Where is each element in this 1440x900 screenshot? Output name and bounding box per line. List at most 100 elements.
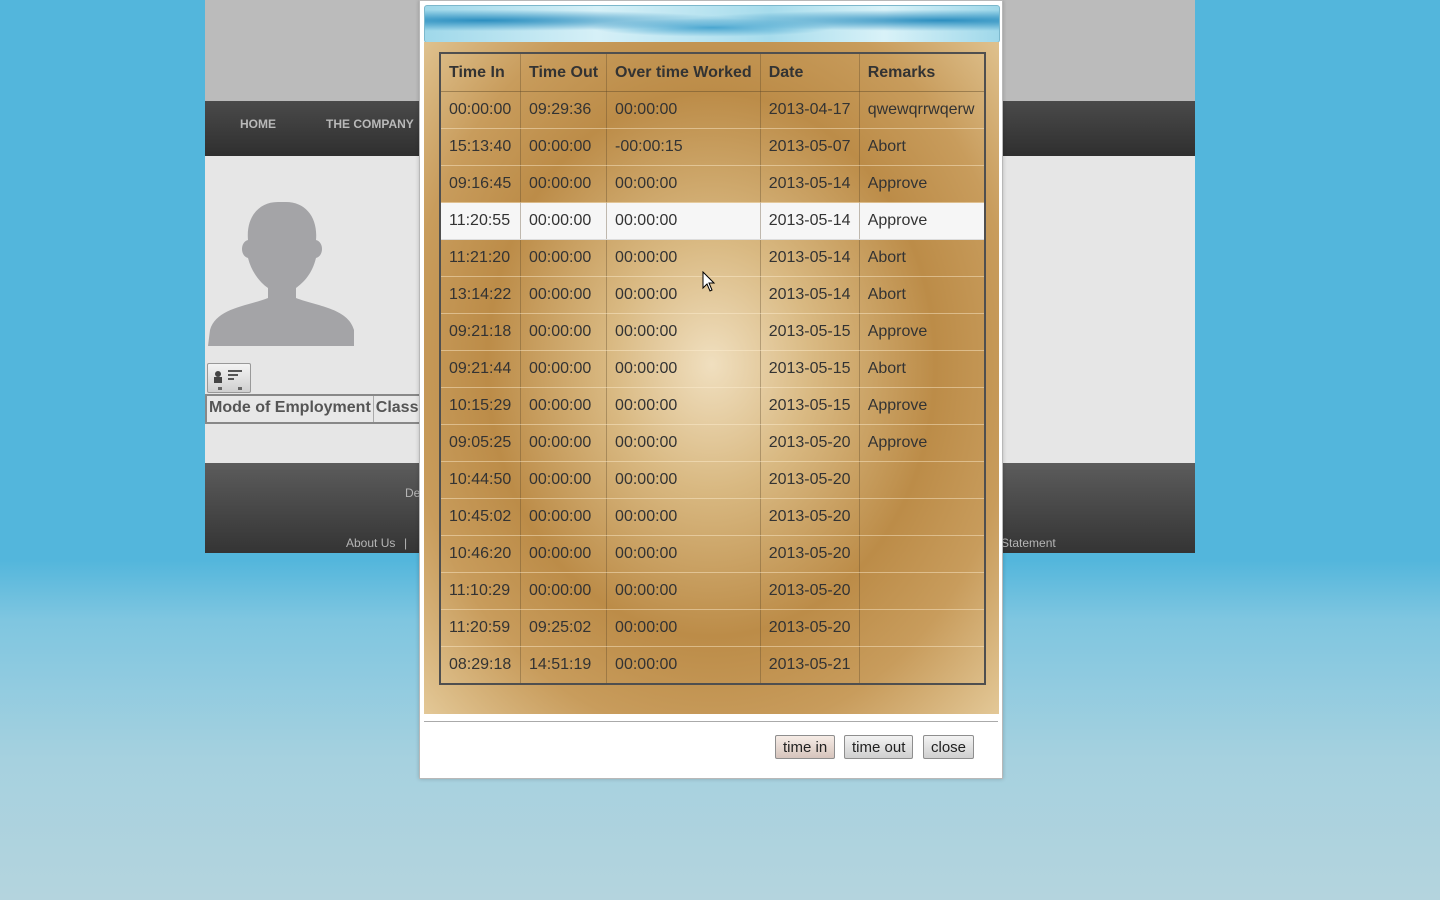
date-cell: 2013-05-15 [760, 350, 860, 388]
remarks-cell: Abort [859, 239, 985, 277]
remarks-cell: Abort [859, 350, 985, 388]
dialog-title-bar[interactable] [424, 5, 1000, 43]
table-row[interactable]: 09:21:44 00:00:00 00:00:00 2013-05-15 Abort [440, 350, 985, 388]
time-in-cell: 11:20:59 [440, 609, 521, 647]
time-in-cell: 11:20:55 [440, 202, 521, 240]
footer-link-statement[interactable]: Statement [1001, 536, 1056, 550]
date-cell: 2013-05-15 [760, 313, 860, 351]
remarks-cell: Approve [859, 424, 985, 462]
date-cell: 2013-05-20 [760, 535, 860, 573]
date-cell: 2013-05-21 [760, 646, 860, 685]
table-row[interactable]: 11:10:29 00:00:00 00:00:00 2013-05-20 [440, 572, 985, 610]
table-row[interactable]: 11:20:59 09:25:02 00:00:00 2013-05-20 [440, 609, 985, 647]
overtime-cell: 00:00:00 [606, 387, 761, 425]
remarks-cell: Approve [859, 202, 985, 240]
profile-card-button[interactable] [207, 363, 251, 393]
mouse-pointer-icon [702, 271, 716, 292]
date-cell: 2013-05-14 [760, 276, 860, 314]
remarks-cell [859, 572, 985, 610]
overtime-cell: 00:00:00 [606, 313, 761, 351]
attendance-table: Time In Time Out Over time Worked Date R… [439, 52, 986, 685]
time-in-cell: 09:05:25 [440, 424, 521, 462]
date-cell: 2013-05-07 [760, 128, 860, 166]
remarks-cell: Approve [859, 387, 985, 425]
date-cell: 2013-05-14 [760, 202, 860, 240]
table-row[interactable]: 10:46:20 00:00:00 00:00:00 2013-05-20 [440, 535, 985, 573]
table-row[interactable]: 00:00:00 09:29:36 00:00:00 2013-04-17 qwewqr… [440, 91, 985, 129]
time-out-cell: 00:00:00 [520, 498, 608, 536]
table-row[interactable]: 08:29:18 14:51:19 00:00:00 2013-05-21 [440, 646, 985, 685]
column-header-remarks: Remarks [859, 53, 985, 92]
overtime-cell: 00:00:00 [606, 276, 761, 314]
date-cell: 2013-05-14 [760, 165, 860, 203]
time-out-cell: 00:00:00 [520, 350, 608, 388]
overtime-cell: 00:00:00 [606, 424, 761, 462]
table-row[interactable]: 10:45:02 00:00:00 00:00:00 2013-05-20 [440, 498, 985, 536]
time-out-cell: 00:00:00 [520, 202, 608, 240]
time-in-cell: 10:46:20 [440, 535, 521, 573]
column-header-overtime: Over time Worked [606, 53, 761, 92]
time-out-cell: 09:29:36 [520, 91, 608, 129]
time-in-cell: 15:13:40 [440, 128, 521, 166]
column-header-time-out: Time Out [520, 53, 608, 92]
date-cell: 2013-04-17 [760, 91, 860, 129]
nav-home[interactable]: HOME [240, 117, 276, 131]
date-cell: 2013-05-20 [760, 572, 860, 610]
time-out-cell: 00:00:00 [520, 165, 608, 203]
table-row[interactable]: 09:05:25 00:00:00 00:00:00 2013-05-20 Approv… [440, 424, 985, 462]
time-in-cell: 08:29:18 [440, 646, 521, 685]
id-card-icon [214, 370, 242, 390]
dialog-content: Time In Time Out Over time Worked Date R… [424, 42, 999, 714]
date-cell: 2013-05-15 [760, 387, 860, 425]
remarks-cell [859, 461, 985, 499]
time-in-cell: 10:44:50 [440, 461, 521, 499]
time-in-cell: 11:21:20 [440, 239, 521, 277]
overtime-cell: 00:00:00 [606, 646, 761, 685]
time-in-cell: 09:21:44 [440, 350, 521, 388]
table-row[interactable]: 15:13:40 00:00:00 -00:00:15 2013-05-07 Abort [440, 128, 985, 166]
overtime-cell: 00:00:00 [606, 202, 761, 240]
date-cell: 2013-05-14 [760, 239, 860, 277]
remarks-cell [859, 498, 985, 536]
table-row[interactable]: 10:44:50 00:00:00 00:00:00 2013-05-20 [440, 461, 985, 499]
table-header-row: Time In Time Out Over time Worked Date R… [440, 53, 985, 92]
time-out-button[interactable]: time out [844, 735, 914, 759]
date-cell: 2013-05-20 [760, 424, 860, 462]
remarks-cell: qwewqrrwqerw [859, 91, 985, 129]
remarks-cell [859, 535, 985, 573]
time-out-cell: 00:00:00 [520, 239, 608, 277]
overtime-cell: -00:00:15 [606, 128, 761, 166]
close-button[interactable]: close [923, 735, 975, 759]
dialog-footer-divider [424, 721, 998, 722]
time-out-cell: 00:00:00 [520, 387, 608, 425]
table-row[interactable]: 11:20:55 00:00:00 00:00:00 2013-05-14 Approv… [440, 202, 985, 240]
time-out-cell: 09:25:02 [520, 609, 608, 647]
table-row[interactable]: 09:21:18 00:00:00 00:00:00 2013-05-15 Approv… [440, 313, 985, 351]
time-out-cell: 00:00:00 [520, 535, 608, 573]
remarks-cell: Abort [859, 276, 985, 314]
table-row[interactable]: 09:16:45 00:00:00 00:00:00 2013-05-14 Approv… [440, 165, 985, 203]
table-row[interactable]: 10:15:29 00:00:00 00:00:00 2013-05-15 Approv… [440, 387, 985, 425]
time-in-cell: 11:10:29 [440, 572, 521, 610]
time-in-cell: 09:16:45 [440, 165, 521, 203]
time-out-cell: 00:00:00 [520, 276, 608, 314]
column-header-time-in: Time In [440, 53, 521, 92]
time-in-button[interactable]: time in [775, 735, 836, 759]
overtime-cell: 00:00:00 [606, 609, 761, 647]
employment-table: Mode of Employment Classi [205, 394, 449, 424]
overtime-cell: 00:00:00 [606, 165, 761, 203]
person-silhouette-icon [208, 202, 354, 346]
date-cell: 2013-05-20 [760, 609, 860, 647]
time-in-cell: 10:15:29 [440, 387, 521, 425]
time-out-cell: 00:00:00 [520, 461, 608, 499]
remarks-cell [859, 609, 985, 647]
overtime-cell: 00:00:00 [606, 498, 761, 536]
time-in-cell: 09:21:18 [440, 313, 521, 351]
nav-the-company[interactable]: THE COMPANY [326, 117, 414, 131]
overtime-cell: 00:00:00 [606, 461, 761, 499]
overtime-cell: 00:00:00 [606, 91, 761, 129]
footer-link-about-us[interactable]: About Us [346, 536, 395, 550]
attendance-dialog: Time In Time Out Over time Worked Date R… [419, 0, 1003, 779]
footer-separator: | [404, 536, 408, 550]
time-out-cell: 00:00:00 [520, 424, 608, 462]
